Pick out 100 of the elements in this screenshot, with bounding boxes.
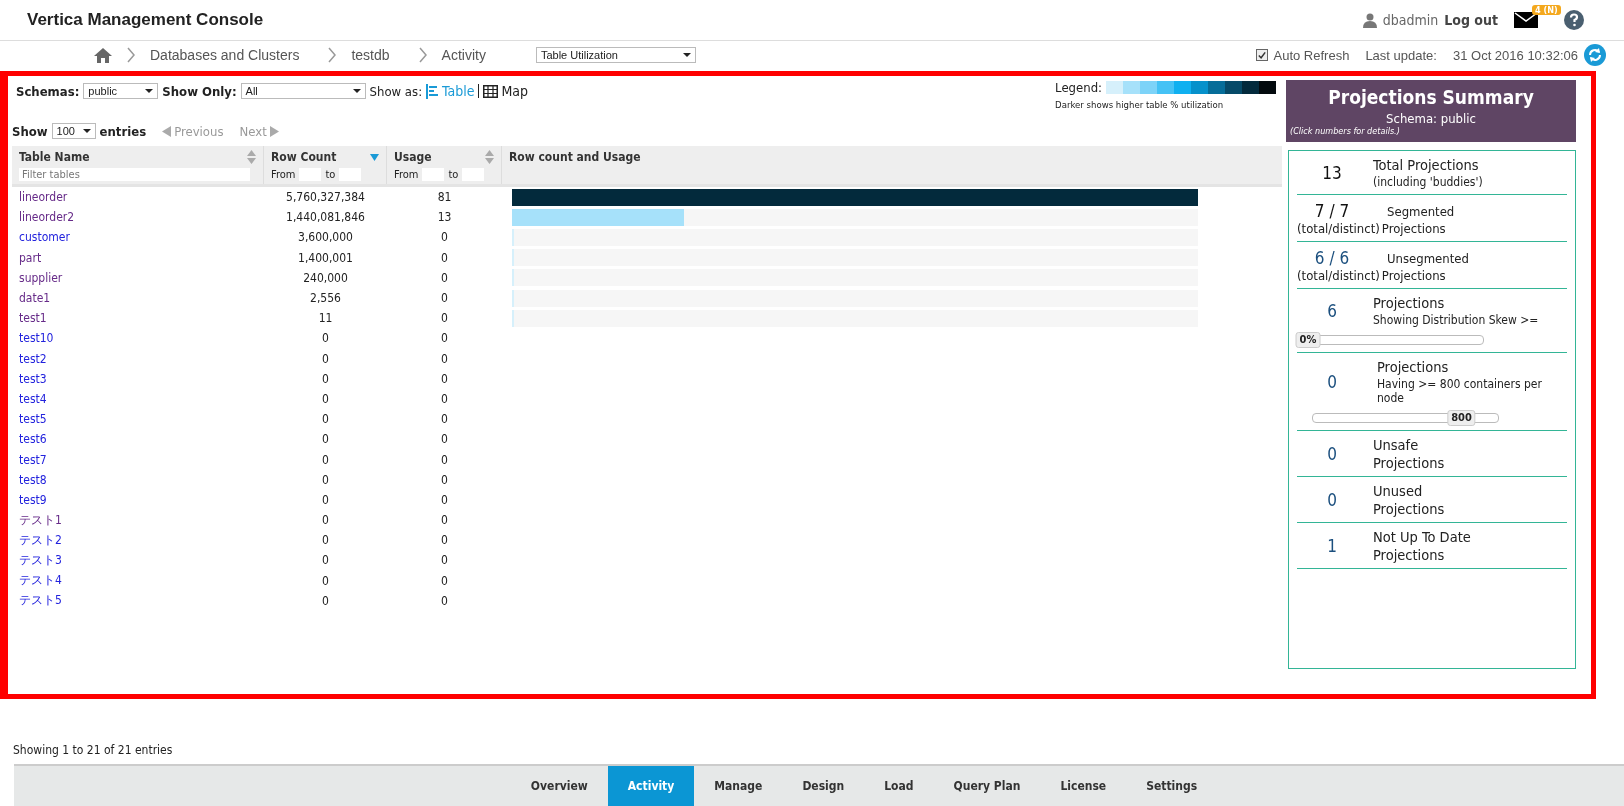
projection-label: Unsafe [1373, 437, 1420, 453]
projection-count[interactable]: 0 [1297, 490, 1367, 510]
logout-link[interactable]: Log out [1444, 12, 1498, 28]
projection-label: Not Up To Date [1373, 529, 1472, 545]
row-count-cell: 3,600,000 [298, 230, 353, 245]
auto-refresh-label: Auto Refresh [1273, 47, 1350, 63]
usage-cell: 0 [441, 270, 448, 285]
projection-count[interactable]: 0 [1297, 444, 1367, 464]
nav-tab[interactable]: Design [782, 766, 865, 806]
projection-count[interactable]: 7 / 7 [1297, 201, 1367, 221]
row-count-cell: 0 [322, 412, 329, 427]
legend-note: Darker shows higher table % utilization [1055, 99, 1225, 110]
nav-tab[interactable]: Overview [510, 766, 608, 806]
usage-cell: 0 [441, 513, 448, 528]
table-name-link[interactable]: test2 [19, 351, 47, 366]
sort-icon[interactable] [247, 150, 256, 164]
schemas-select[interactable]: public [83, 83, 159, 99]
projection-count[interactable]: 0 [1297, 372, 1367, 392]
projection-label: Projections [1377, 359, 1450, 375]
home-icon[interactable] [94, 47, 112, 63]
breadcrumb-link[interactable]: Activity [441, 47, 486, 63]
projection-label: Segmented [1387, 203, 1455, 219]
to-label: to [325, 168, 336, 181]
column-header[interactable]: Usage [394, 150, 432, 164]
last-update-time: 31 Oct 2016 10:32:06 [1452, 47, 1578, 63]
ratio-note: (total/distinct) [1297, 221, 1380, 236]
row-count-cell: 0 [322, 432, 329, 447]
usage-cell: 0 [441, 412, 448, 427]
user-name: dbadmin [1382, 12, 1439, 28]
sort-icon[interactable] [485, 150, 494, 164]
table-name-link[interactable]: test3 [19, 371, 47, 386]
nav-tab[interactable]: Settings [1126, 766, 1218, 806]
table-name-link[interactable]: supplier [19, 270, 63, 285]
projection-label: Total Projections [1373, 157, 1480, 173]
show-label: Show [12, 123, 48, 139]
nav-tab[interactable]: License [1040, 766, 1127, 806]
sort-descending-icon[interactable] [370, 153, 379, 161]
projection-count[interactable]: 6 [1297, 301, 1367, 321]
breadcrumb-link[interactable]: Databases and Clusters [150, 47, 300, 63]
table-name-link[interactable]: テスト2 [19, 532, 62, 547]
breadcrumb-link[interactable]: testdb [351, 47, 390, 63]
usage-cell: 0 [441, 573, 448, 588]
projection-label: Projections [1381, 268, 1446, 283]
table-name-link[interactable]: lineorder [19, 190, 68, 205]
table-name-link[interactable]: test8 [19, 472, 47, 487]
projection-description: Projections [1373, 501, 1446, 517]
usage-cell: 0 [441, 351, 448, 366]
projection-label: Unsegmented [1387, 250, 1469, 266]
app-title: Vertica Management Console [27, 10, 264, 30]
row-count-cell: 1,440,081,846 [286, 210, 365, 225]
entries-info: Showing 1 to 21 of 21 entries [13, 743, 174, 757]
view-toggle[interactable]: Map [483, 83, 528, 99]
table-name-link[interactable]: test1 [19, 311, 47, 326]
list-icon [426, 83, 440, 99]
auto-refresh-checkbox[interactable] [1255, 49, 1268, 61]
usage-cell: 0 [441, 291, 448, 306]
row-count-cell: 0 [322, 492, 329, 507]
column-header[interactable]: Row Count [271, 150, 337, 164]
column-header[interactable]: Table Name [19, 150, 90, 164]
slider-handle[interactable]: 0% [1295, 332, 1321, 348]
entries-select[interactable]: 100 [51, 123, 96, 139]
nav-tab[interactable]: Query Plan [933, 766, 1041, 806]
table-name-link[interactable]: test5 [19, 412, 47, 427]
projection-count[interactable]: 1 [1297, 536, 1367, 556]
table-name-link[interactable]: customer [19, 230, 70, 245]
table-name-link[interactable]: テスト4 [19, 573, 62, 588]
projection-count[interactable]: 13 [1297, 163, 1367, 183]
slider-handle[interactable]: 800 [1447, 410, 1476, 426]
table-name-link[interactable]: part [19, 250, 42, 265]
table-name-link[interactable]: test10 [19, 331, 54, 346]
row-count-cell: 0 [322, 391, 329, 406]
notification-badge: 4 (N) [1532, 5, 1561, 15]
row-count-cell: 2,556 [310, 291, 341, 306]
mail-icon[interactable] [1514, 12, 1538, 28]
show-only-select[interactable]: All [240, 83, 366, 99]
table-name-link[interactable]: lineorder2 [19, 210, 75, 225]
table-name-link[interactable]: date1 [19, 291, 51, 306]
refresh-icon[interactable] [1584, 44, 1606, 66]
help-icon[interactable] [1564, 10, 1584, 30]
projection-description: Projections [1373, 547, 1446, 563]
table-name-link[interactable]: test9 [19, 492, 47, 507]
nav-tab[interactable]: Manage [694, 766, 783, 806]
view-select[interactable]: Table Utilization [535, 47, 696, 63]
nav-tab[interactable]: Load [864, 766, 934, 806]
table-name-link[interactable]: test7 [19, 452, 47, 467]
table-name-link[interactable]: test6 [19, 432, 47, 447]
table-name-link[interactable]: テスト5 [19, 593, 62, 608]
table-name-link[interactable]: テスト1 [19, 512, 62, 527]
row-count-cell: 0 [322, 371, 329, 386]
filter-field[interactable]: Filter tables [19, 168, 250, 181]
column-header[interactable]: Row count and Usage [509, 150, 641, 164]
table-name-link[interactable]: test4 [19, 391, 47, 406]
summary-hint: (Click numbers for details.) [1290, 126, 1400, 136]
table-name-link[interactable]: テスト3 [19, 552, 62, 567]
schemas-label: Schemas: [16, 83, 80, 99]
usage-cell: 0 [441, 492, 448, 507]
usage-cell: 81 [437, 190, 452, 205]
projection-count[interactable]: 6 / 6 [1297, 248, 1367, 268]
legend-label: Legend: [1055, 80, 1102, 95]
row-count-cell: 240,000 [303, 270, 348, 285]
